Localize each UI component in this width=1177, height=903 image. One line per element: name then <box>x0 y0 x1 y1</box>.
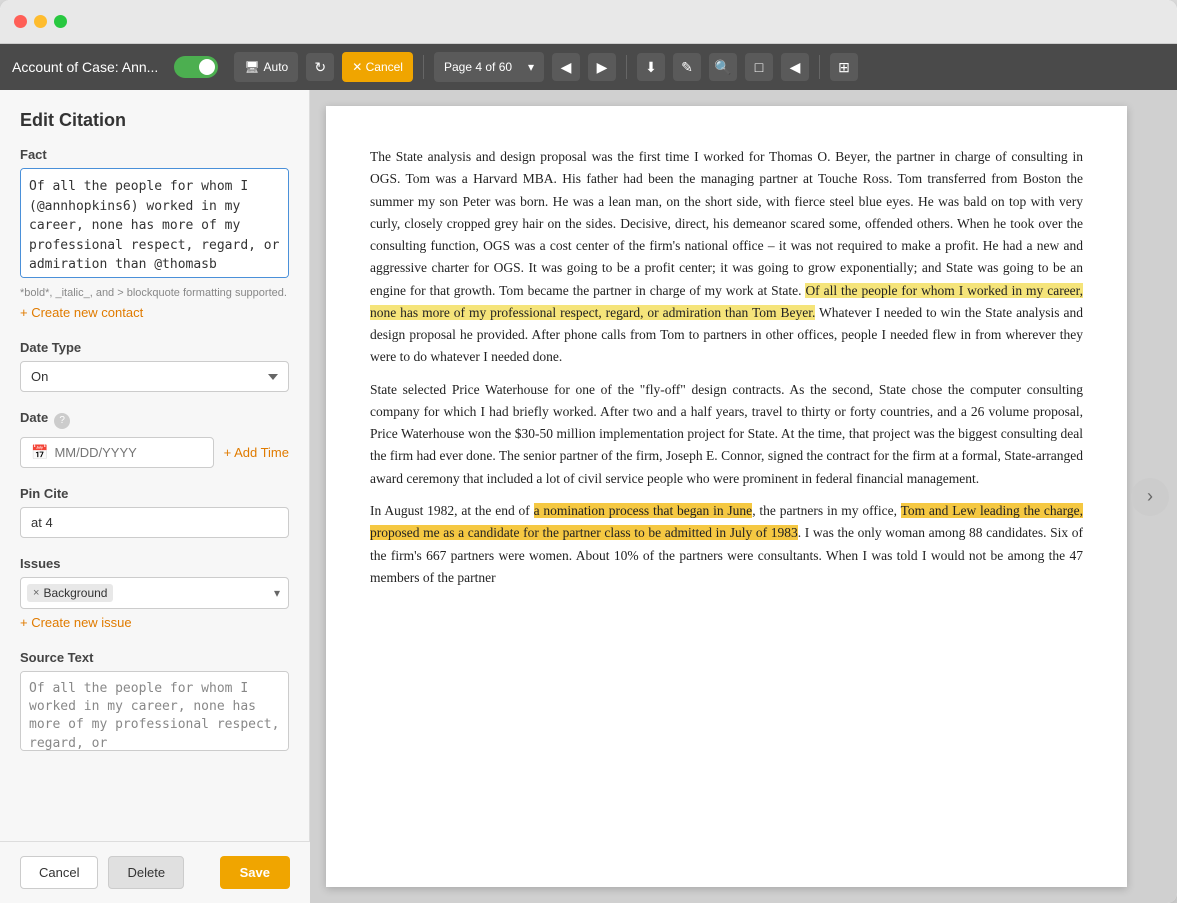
next-page-nav-button[interactable]: › <box>1131 478 1169 516</box>
date-input[interactable] <box>54 445 202 460</box>
panel-title: Edit Citation <box>20 110 289 131</box>
date-group: Date ? 📅 + Add Time <box>20 410 289 468</box>
toolbar: Account of Case: Ann... 🖥 Auto ↻ ✕ Cance… <box>0 44 1177 90</box>
source-text-label: Source Text <box>20 650 289 665</box>
create-issue-link[interactable]: + Create new issue <box>20 615 132 630</box>
add-time-link[interactable]: + Add Time <box>224 445 289 460</box>
traffic-lights <box>14 15 67 28</box>
layout-button[interactable]: □ <box>745 53 773 81</box>
divider3 <box>819 55 820 79</box>
maximize-button[interactable] <box>54 15 67 28</box>
fact-group: Fact Of all the people for whom I (@annh… <box>20 147 289 322</box>
cancel-button[interactable]: ✕ Cancel <box>342 52 413 82</box>
minimize-button[interactable] <box>34 15 47 28</box>
search-button[interactable]: 🔍 <box>709 53 737 81</box>
issues-chevron-icon: ▾ <box>274 586 280 600</box>
fact-input[interactable]: Of all the people for whom I (@annhopkin… <box>20 168 289 278</box>
toggle-switch[interactable] <box>174 56 218 78</box>
panel-footer: Cancel Delete Save <box>0 841 310 903</box>
date-input-wrap[interactable]: 📅 <box>20 437 214 468</box>
grid-button[interactable]: ⊞ <box>830 53 858 81</box>
format-hint: *bold*, _italic_, and > blockquote forma… <box>20 287 289 299</box>
paragraph-2: State selected Price Waterhouse for one … <box>370 379 1083 490</box>
source-text-group: Source Text Of all the people for whom I… <box>20 650 289 756</box>
divider2 <box>626 55 627 79</box>
paragraph-1: The State analysis and design proposal w… <box>370 146 1083 369</box>
date-type-label: Date Type <box>20 340 289 355</box>
issues-group: Issues × Background ▾ + Create new issue <box>20 556 289 632</box>
right-panel: The State analysis and design proposal w… <box>310 90 1177 903</box>
highlight-1: Of all the people for whom I worked in m… <box>370 283 1083 320</box>
next-page-button[interactable]: ▶ <box>588 53 616 81</box>
prev-page-button[interactable]: ◀ <box>552 53 580 81</box>
fact-label: Fact <box>20 147 289 162</box>
date-type-select[interactable]: On Before After About Between <box>20 361 289 392</box>
window-title: Account of Case: Ann... <box>12 59 158 75</box>
collapse-button[interactable]: ◀ <box>781 53 809 81</box>
document-text: The State analysis and design proposal w… <box>370 146 1083 589</box>
remove-issue-button[interactable]: × <box>33 587 39 599</box>
close-button[interactable] <box>14 15 27 28</box>
issues-label: Issues <box>20 556 289 571</box>
pin-cite-label: Pin Cite <box>20 486 289 501</box>
auto-button[interactable]: 🖥 Auto <box>234 52 298 82</box>
date-type-group: Date Type On Before After About Between <box>20 340 289 392</box>
pin-cite-group: Pin Cite <box>20 486 289 538</box>
divider <box>423 55 424 79</box>
issue-tag-label: Background <box>43 586 107 600</box>
date-row: 📅 + Add Time <box>20 437 289 468</box>
delete-button[interactable]: Delete <box>108 856 184 889</box>
page-selector[interactable]: Page 4 of 60 ▾ <box>434 52 544 82</box>
edit-button[interactable]: ✎ <box>673 53 701 81</box>
main-window: Account of Case: Ann... 🖥 Auto ↻ ✕ Cance… <box>0 0 1177 903</box>
calendar-icon: 📅 <box>31 444 48 461</box>
screen-icon: 🖥 <box>244 60 259 74</box>
cancel-footer-button[interactable]: Cancel <box>20 856 98 889</box>
highlight-2: a nomination process that began in June <box>534 503 753 518</box>
create-contact-link[interactable]: + Create new contact <box>20 305 143 320</box>
date-label-row: Date ? <box>20 410 289 431</box>
date-label: Date <box>20 410 48 425</box>
source-text-input[interactable]: Of all the people for whom I worked in m… <box>20 671 289 751</box>
titlebar <box>0 0 1177 44</box>
main-content: Edit Citation Fact Of all the people for… <box>0 90 1177 903</box>
left-panel: Edit Citation Fact Of all the people for… <box>0 90 310 903</box>
date-help-icon[interactable]: ? <box>54 413 70 429</box>
issues-dropdown[interactable]: × Background ▾ <box>20 577 289 609</box>
document-page: The State analysis and design proposal w… <box>326 106 1127 887</box>
paragraph-3: In August 1982, at the end of a nominati… <box>370 500 1083 589</box>
download-button[interactable]: ⬇ <box>637 53 665 81</box>
pin-cite-input[interactable] <box>20 507 289 538</box>
refresh-button[interactable]: ↻ <box>306 53 334 81</box>
issue-tag-background: × Background <box>27 584 113 602</box>
page-label: Page 4 of 60 <box>444 60 512 74</box>
save-button[interactable]: Save <box>220 856 290 889</box>
